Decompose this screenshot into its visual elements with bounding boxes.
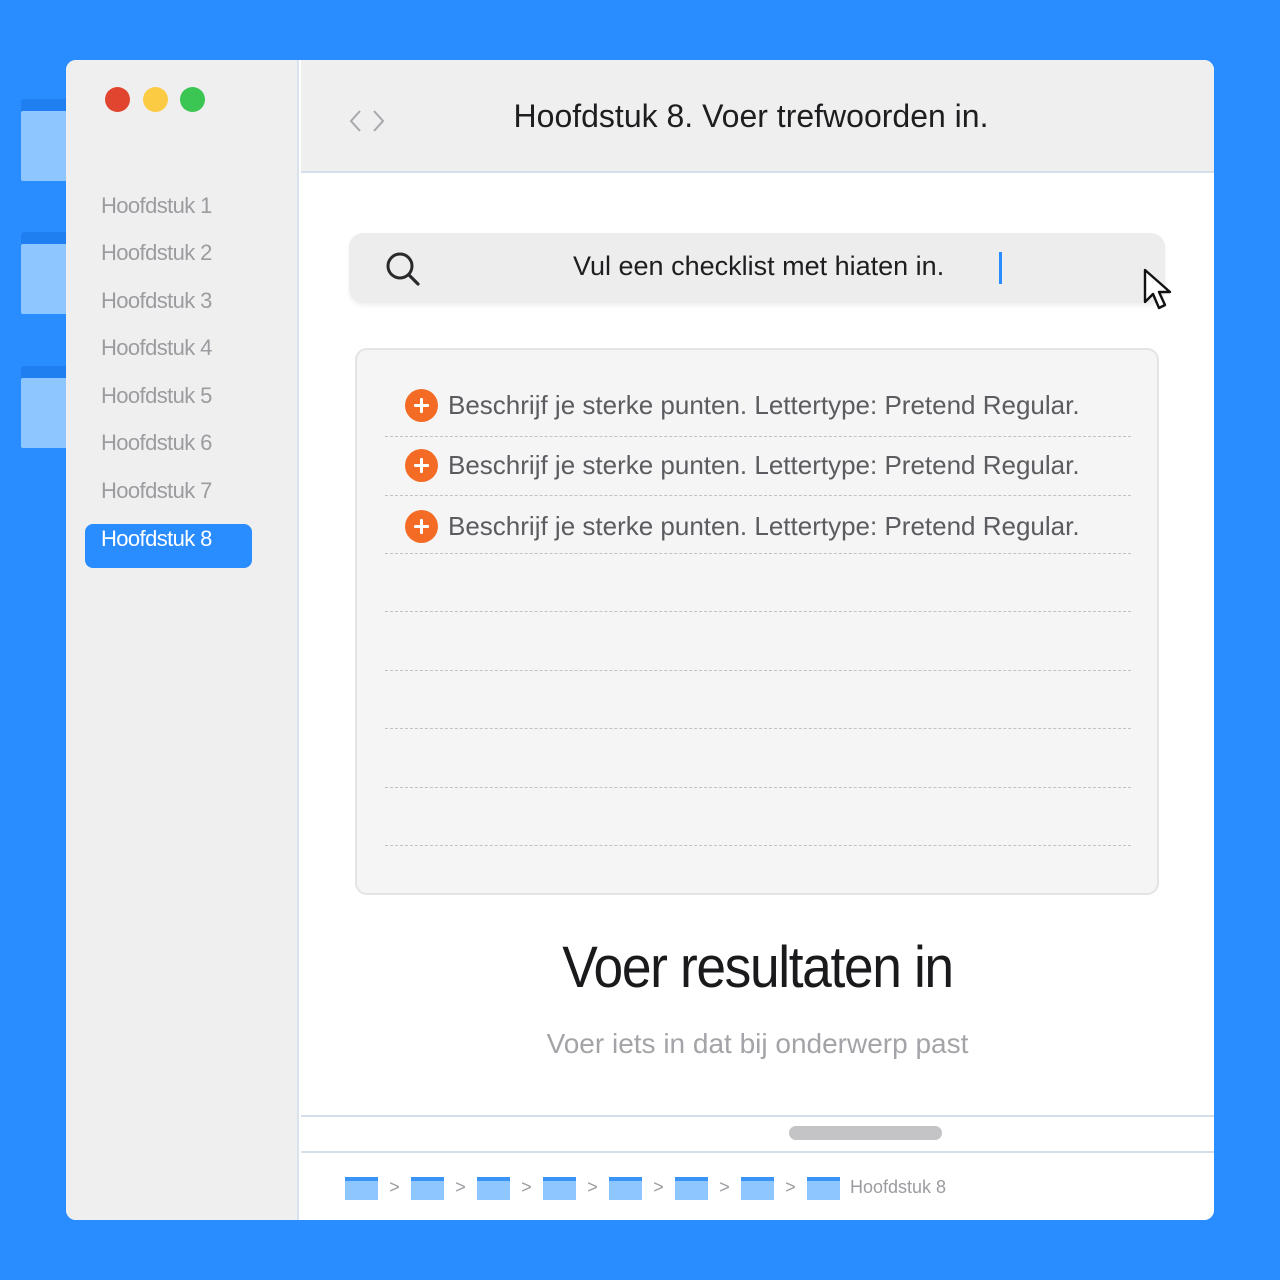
app-window: Hoofdstuk 1 Hoofdstuk 2 Hoofdstuk 3 Hoof… — [66, 60, 1214, 1220]
horizontal-scroll-area — [301, 1115, 1214, 1153]
breadcrumb-current[interactable]: Hoofdstuk 8 — [850, 1177, 946, 1198]
sidebar-item-hoofdstuk-1[interactable]: Hoofdstuk 1 — [85, 191, 252, 235]
folder-icon[interactable] — [411, 1174, 444, 1200]
checklist-empty-line[interactable] — [385, 670, 1131, 671]
breadcrumb-separator: > — [653, 1176, 664, 1197]
horizontal-scrollbar[interactable] — [789, 1126, 942, 1140]
checklist-item-text: Beschrijf je sterke punten. Lettertype: … — [448, 510, 1080, 541]
checklist-empty-line[interactable] — [385, 611, 1131, 612]
checklist-line — [385, 495, 1131, 496]
close-window-button[interactable] — [105, 87, 130, 112]
minimize-window-button[interactable] — [143, 87, 168, 112]
sidebar-item-hoofdstuk-6[interactable]: Hoofdstuk 6 — [85, 428, 252, 472]
breadcrumb: > > > > > > > Hoofdstuk 8 — [345, 1172, 946, 1202]
sidebar-item-hoofdstuk-5[interactable]: Hoofdstuk 5 — [85, 381, 252, 425]
breadcrumb-separator: > — [455, 1176, 466, 1197]
mouse-pointer-icon — [1143, 268, 1172, 310]
add-plus-icon[interactable] — [405, 509, 438, 543]
folder-icon[interactable] — [543, 1174, 576, 1200]
folder-icon[interactable] — [675, 1174, 708, 1200]
sidebar-item-hoofdstuk-7[interactable]: Hoofdstuk 7 — [85, 476, 252, 520]
page-title: Hoofdstuk 8. Voer trefwoorden in. — [513, 98, 989, 134]
breadcrumb-separator: > — [719, 1176, 730, 1197]
header: Hoofdstuk 8. Voer trefwoorden in. — [301, 60, 1214, 173]
search-bar[interactable]: Vul een checklist met hiaten in. — [349, 233, 1165, 303]
sidebar-item-hoofdstuk-3[interactable]: Hoofdstuk 3 — [85, 286, 252, 330]
add-plus-icon[interactable] — [405, 448, 438, 482]
main-content: Hoofdstuk 8. Voer trefwoorden in. Vul ee… — [301, 60, 1214, 1220]
text-caret — [999, 252, 1002, 284]
checklist-empty-line[interactable] — [385, 728, 1131, 729]
add-plus-icon[interactable] — [405, 388, 438, 422]
folder-icon[interactable] — [807, 1174, 840, 1200]
folder-icon[interactable] — [609, 1174, 642, 1200]
breadcrumb-separator: > — [389, 1176, 400, 1197]
sidebar-item-hoofdstuk-4[interactable]: Hoofdstuk 4 — [85, 333, 252, 377]
results-subtitle: Voer iets in dat bij onderwerp past — [546, 1028, 969, 1059]
folder-icon[interactable] — [345, 1174, 378, 1200]
results-heading: Voer resultaten in — [562, 935, 954, 1000]
breadcrumb-separator: > — [521, 1176, 532, 1197]
folder-icon[interactable] — [741, 1174, 774, 1200]
folder-icon[interactable] — [477, 1174, 510, 1200]
checklist-item: Beschrijf je sterke punten. Lettertype: … — [405, 388, 1080, 422]
checklist-item: Beschrijf je sterke punten. Lettertype: … — [405, 448, 1080, 482]
checklist-empty-line[interactable] — [385, 845, 1131, 846]
sidebar: Hoofdstuk 1 Hoofdstuk 2 Hoofdstuk 3 Hoof… — [66, 60, 299, 1220]
checklist-empty-line[interactable] — [385, 787, 1131, 788]
search-icon — [386, 252, 420, 286]
breadcrumb-separator: > — [587, 1176, 598, 1197]
sidebar-item-hoofdstuk-8[interactable]: Hoofdstuk 8 — [85, 524, 252, 568]
breadcrumb-separator: > — [785, 1176, 796, 1197]
checklist-line — [385, 553, 1131, 554]
sidebar-item-hoofdstuk-2[interactable]: Hoofdstuk 2 — [85, 238, 252, 282]
search-input[interactable]: Vul een checklist met hiaten in. — [573, 251, 944, 282]
checklist-panel: Beschrijf je sterke punten. Lettertype: … — [355, 348, 1159, 895]
checklist-item-text: Beschrijf je sterke punten. Lettertype: … — [448, 449, 1080, 480]
checklist-line — [385, 436, 1131, 437]
maximize-window-button[interactable] — [180, 87, 205, 112]
checklist-item-text: Beschrijf je sterke punten. Lettertype: … — [448, 389, 1080, 420]
checklist-item: Beschrijf je sterke punten. Lettertype: … — [405, 509, 1080, 543]
